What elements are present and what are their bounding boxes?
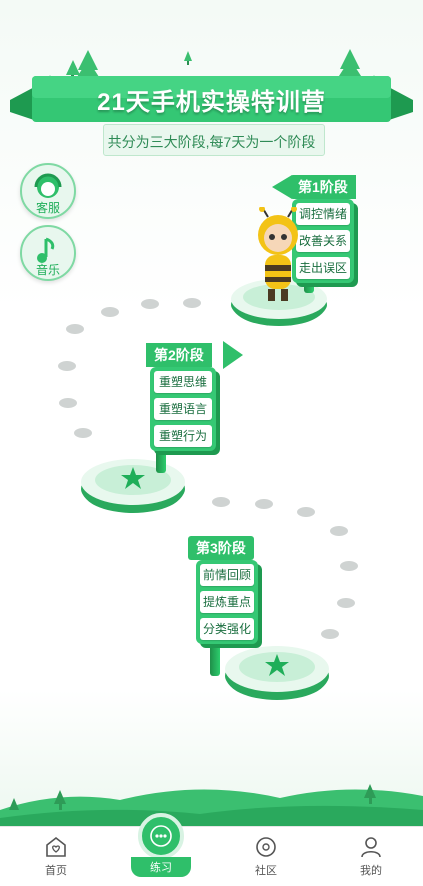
path-dot (59, 398, 77, 408)
star-icon (265, 654, 289, 676)
path-dot (255, 499, 273, 509)
stage-1-flag: 第1阶段 (290, 175, 356, 199)
stage-3-item[interactable]: 前情回顾 (200, 564, 254, 586)
music-label: 音乐 (35, 263, 60, 277)
tab-practice-label: 练习 (131, 857, 191, 877)
path-dot (58, 361, 76, 371)
path-dot (330, 526, 348, 536)
stage-1[interactable]: 调控情绪 改善关系 走出误区 第1阶段 (230, 175, 370, 330)
flag-arrow-icon (272, 175, 292, 199)
bee-mascot (258, 207, 298, 301)
page-title: 21天手机实操特训营 (97, 89, 326, 116)
stage-3-panel: 前情回顾 提炼重点 分类强化 (196, 560, 258, 644)
tab-profile[interactable]: 我的 (341, 835, 401, 878)
tab-home-label: 首页 (45, 865, 67, 877)
flag-arrow-icon (223, 341, 243, 369)
user-icon (361, 837, 381, 858)
stage-2-item[interactable]: 重塑思维 (154, 371, 212, 393)
stage-2-panel: 重塑思维 重塑语言 重塑行为 (150, 367, 216, 451)
customer-service-label: 客服 (35, 201, 60, 215)
path-dot (183, 298, 201, 308)
stage-2[interactable]: 重塑思维 重塑语言 重塑行为 第2阶段 (80, 341, 250, 518)
tab-practice[interactable]: 练习 (131, 813, 191, 877)
star-icon (121, 467, 145, 489)
path-dot (297, 507, 315, 517)
stage-3[interactable]: 前情回顾 提炼重点 分类强化 第3阶段 (176, 536, 346, 711)
path-dot (66, 324, 84, 334)
practice-dots-icon (150, 825, 172, 847)
stage-3-item[interactable]: 提炼重点 (200, 591, 254, 613)
page-subtitle: 共分为三大阶段,每7天为一个阶段 (107, 134, 316, 150)
tab-profile-label: 我的 (360, 865, 382, 877)
home-heart-icon (46, 836, 66, 857)
stage-2-item[interactable]: 重塑语言 (154, 398, 212, 420)
stage-2-item[interactable]: 重塑行为 (154, 425, 212, 447)
path-dot (141, 299, 159, 309)
stage-3-flag: 第3阶段 (188, 536, 254, 560)
bottom-tab-bar: 首页 练习 社区 我的 (0, 813, 423, 886)
practice-button (138, 813, 184, 859)
tab-community[interactable]: 社区 (236, 835, 296, 878)
hill-decoration (0, 784, 423, 828)
community-icon (256, 837, 276, 857)
tab-community-label: 社区 (255, 865, 277, 877)
stage-2-flag: 第2阶段 (146, 343, 212, 367)
tab-home[interactable]: 首页 (26, 835, 86, 878)
stage-3-item[interactable]: 分类强化 (200, 618, 254, 640)
path-dot (101, 307, 119, 317)
